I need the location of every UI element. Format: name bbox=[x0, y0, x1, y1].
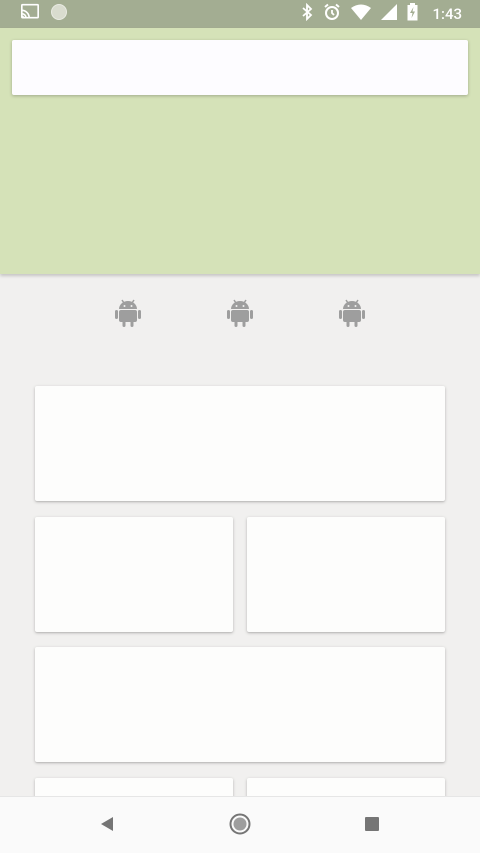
cast-icon bbox=[20, 3, 40, 25]
status-time: 1:43 bbox=[432, 5, 462, 23]
card-half-left[interactable] bbox=[35, 517, 233, 632]
battery-icon bbox=[407, 3, 418, 25]
status-bar: 1:43 bbox=[0, 0, 480, 28]
android-icon[interactable] bbox=[227, 298, 253, 328]
card-wide[interactable] bbox=[35, 386, 445, 501]
bluetooth-icon bbox=[301, 2, 313, 25]
card-half-right[interactable] bbox=[247, 517, 445, 632]
card-wide[interactable] bbox=[35, 647, 445, 762]
header-band bbox=[0, 28, 480, 274]
recents-icon bbox=[364, 816, 380, 836]
alarm-icon bbox=[323, 3, 341, 25]
signal-icon bbox=[381, 4, 398, 24]
android-icon[interactable] bbox=[115, 298, 141, 328]
navigation-bar bbox=[0, 796, 480, 853]
wifi-icon bbox=[351, 4, 372, 24]
home-button[interactable] bbox=[210, 797, 270, 853]
back-button[interactable] bbox=[77, 797, 137, 853]
recents-button[interactable] bbox=[342, 797, 402, 853]
circle-notification-icon bbox=[50, 3, 68, 25]
android-icon[interactable] bbox=[339, 298, 365, 328]
status-right: 1:43 bbox=[301, 2, 462, 25]
status-left bbox=[20, 3, 68, 25]
home-icon bbox=[229, 813, 251, 839]
quick-icons-row bbox=[0, 298, 480, 328]
back-icon bbox=[99, 816, 115, 836]
search-box[interactable] bbox=[12, 40, 468, 95]
